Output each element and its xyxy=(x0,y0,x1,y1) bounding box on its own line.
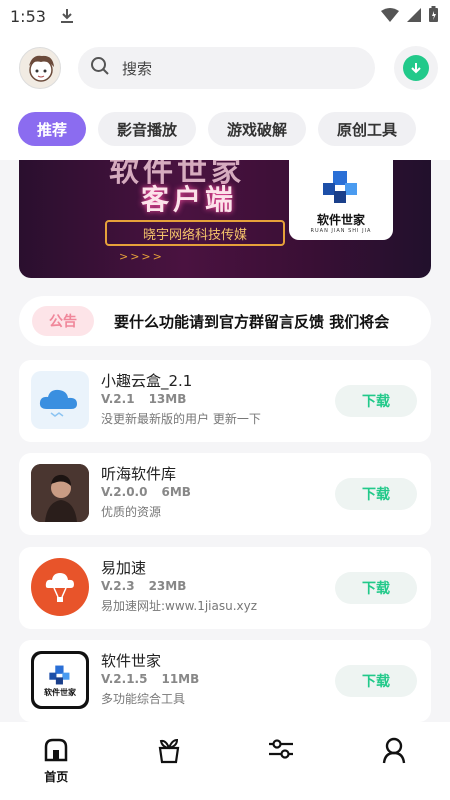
app-card[interactable]: 易加速 V.2.3 23MB 易加速网址:www.1jiasu.xyz 下载 xyxy=(19,547,431,629)
banner-tagline: 晓宇网络科技传媒 xyxy=(105,220,285,246)
promo-banner[interactable]: 软件世家 客户端 晓宇网络科技传媒 >>>> 软件世家 RUAN JIAN SH… xyxy=(19,160,431,278)
notice-badge: 公告 xyxy=(32,306,94,336)
cube-logo-icon xyxy=(319,167,363,211)
app-desc: 易加速网址:www.1jiasu.xyz xyxy=(101,599,258,613)
apps-plant-icon xyxy=(156,736,182,768)
app-desc: 没更新最新版的用户 更新一下 xyxy=(101,412,261,426)
app-name: 听海软件库 xyxy=(101,465,177,483)
header: 搜索 推荐 影音播放 游戏破解 原创工具 xyxy=(0,32,450,160)
app-version-size: V.2.1 13MB xyxy=(101,392,186,406)
app-name: 软件世家 xyxy=(101,652,162,670)
nav-home-label: 首页 xyxy=(44,770,69,784)
bottom-nav: 首页 xyxy=(0,722,450,800)
app-version: V.2.1 xyxy=(101,392,135,406)
banner-logo-pinyin: RUAN JIAN SHI JIA xyxy=(310,228,372,234)
app-desc: 优质的资源 xyxy=(101,505,162,519)
app-size: 11MB xyxy=(161,672,200,686)
banner-logo-name: 软件世家 xyxy=(316,213,365,227)
nav-apps[interactable] xyxy=(113,722,226,800)
app-desc: 多功能综合工具 xyxy=(101,692,186,706)
app-version: V.2.3 xyxy=(101,579,135,593)
app-size: 23MB xyxy=(148,579,187,593)
nav-home[interactable]: 首页 xyxy=(0,722,113,800)
download-notification-icon xyxy=(60,8,74,24)
search-bar[interactable]: 搜索 xyxy=(78,47,375,89)
battery-icon xyxy=(429,6,438,26)
app-card[interactable]: 听海软件库 V.2.0.0 6MB 优质的资源 下载 xyxy=(19,453,431,535)
search-placeholder: 搜索 xyxy=(122,59,153,78)
download-button[interactable]: 下载 xyxy=(335,478,417,510)
app-version-size: V.2.3 23MB xyxy=(101,579,186,593)
notice-text: 要什么功能请到官方群留言反馈 我们将会 xyxy=(114,312,390,331)
app-size: 6MB xyxy=(161,485,191,499)
cube-logo-icon: 软件世家 xyxy=(31,651,89,709)
app-version-size: V.2.1.5 11MB xyxy=(101,672,199,686)
nav-profile[interactable] xyxy=(338,722,450,800)
tab-media-player[interactable]: 影音播放 xyxy=(98,112,197,146)
photo-avatar-icon xyxy=(31,464,89,522)
wifi-icon xyxy=(381,7,399,26)
icon-logo-name: 软件世家 xyxy=(44,687,76,697)
app-name: 小趣云盒_2.1 xyxy=(101,372,193,390)
home-icon xyxy=(43,736,69,766)
download-button[interactable]: 下载 xyxy=(335,665,417,697)
avatar[interactable] xyxy=(19,47,61,89)
app-size: 13MB xyxy=(148,392,187,406)
nav-tools[interactable] xyxy=(225,722,338,800)
banner-arrows: >>>> xyxy=(119,250,164,263)
tab-original-tools[interactable]: 原创工具 xyxy=(318,112,417,146)
tab-game-crack[interactable]: 游戏破解 xyxy=(208,112,307,146)
app-card[interactable]: 软件世家 软件世家 V.2.1.5 11MB 多功能综合工具 下载 xyxy=(19,640,431,722)
app-version-size: V.2.0.0 6MB xyxy=(101,485,191,499)
banner-logo: 软件世家 RUAN JIAN SHI JIA xyxy=(289,160,393,240)
balloon-icon xyxy=(31,558,89,616)
app-version: V.2.0.0 xyxy=(101,485,148,499)
user-icon xyxy=(381,736,407,768)
category-tabs: 推荐 影音播放 游戏破解 原创工具 xyxy=(18,112,417,146)
app-version: V.2.1.5 xyxy=(101,672,148,686)
app-card[interactable]: 小趣云盒_2.1 V.2.1 13MB 没更新最新版的用户 更新一下 下载 xyxy=(19,360,431,442)
tab-recommend[interactable]: 推荐 xyxy=(18,112,87,146)
sliders-icon xyxy=(267,736,295,766)
cloud-icon xyxy=(31,371,89,429)
search-icon xyxy=(90,56,110,80)
downloads-button[interactable] xyxy=(394,46,438,90)
download-button[interactable]: 下载 xyxy=(335,385,417,417)
signal-icon xyxy=(407,7,421,26)
status-bar: 1:53 xyxy=(0,0,450,32)
banner-title: 客户端 xyxy=(141,183,238,216)
download-button[interactable]: 下载 xyxy=(335,572,417,604)
status-time: 1:53 xyxy=(10,6,46,26)
notice-bar[interactable]: 公告 要什么功能请到官方群留言反馈 我们将会 xyxy=(19,296,431,346)
app-name: 易加速 xyxy=(101,559,147,577)
download-arrow-icon xyxy=(403,55,429,81)
